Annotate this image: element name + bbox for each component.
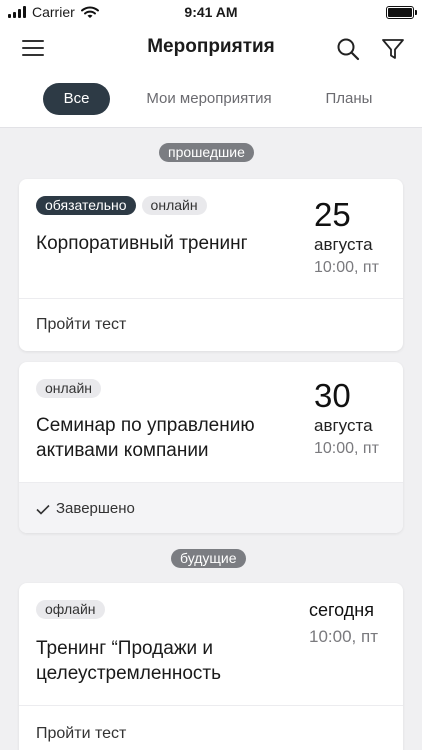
event-day: 25 bbox=[314, 196, 351, 233]
completed-status: Завершено bbox=[19, 482, 403, 533]
event-card[interactable]: онлайн Семинар по управлению активами ко… bbox=[19, 362, 403, 533]
take-test-button[interactable]: Пройти тест bbox=[19, 705, 403, 750]
event-title: Тренинг “Продажи и целеустремленность bbox=[36, 638, 222, 684]
completed-label: Завершено bbox=[56, 500, 135, 517]
badge-group: онлайн bbox=[36, 379, 102, 398]
event-time: 10:00, пт bbox=[314, 259, 379, 276]
badge-mandatory: обязательно bbox=[36, 196, 136, 215]
check-icon bbox=[36, 504, 50, 515]
badge-group: офлайн bbox=[36, 600, 105, 619]
section-label-past: прошедшие bbox=[159, 143, 254, 162]
nav-bar: Мероприятия bbox=[0, 24, 422, 74]
event-title: Корпоративный тренинг bbox=[36, 233, 248, 254]
event-day: сегодня bbox=[309, 600, 374, 620]
status-time: 9:41 AM bbox=[184, 4, 238, 20]
status-bar: Carrier 9:41 AM bbox=[0, 0, 422, 24]
filter-icon[interactable] bbox=[380, 36, 406, 62]
tabs-bar: Все Мои мероприятия Планы bbox=[0, 74, 422, 128]
search-icon[interactable] bbox=[335, 36, 361, 62]
event-day: 30 bbox=[314, 377, 351, 414]
tab-my-events[interactable]: Мои мероприятия bbox=[137, 83, 281, 115]
event-date: 25 августа 10:00, пт bbox=[314, 197, 379, 277]
battery-icon bbox=[386, 6, 417, 19]
badge-offline: офлайн bbox=[36, 600, 105, 619]
badge-online: онлайн bbox=[141, 196, 207, 215]
tab-all[interactable]: Все bbox=[43, 83, 110, 115]
event-card[interactable]: обязательно онлайн Корпоративный тренинг… bbox=[19, 179, 403, 351]
event-time: 10:00, пт bbox=[309, 627, 378, 646]
section-label-future: будущие bbox=[171, 549, 246, 568]
event-date: 30 августа 10:00, пт bbox=[314, 378, 379, 458]
event-time: 10:00, пт bbox=[314, 440, 379, 457]
event-card[interactable]: офлайн Тренинг “Продажи и целеустремленн… bbox=[19, 583, 403, 750]
event-title: Семинар по управлению активами компании bbox=[36, 415, 255, 461]
event-date: сегодня 10:00, пт bbox=[309, 600, 378, 647]
event-month: августа bbox=[314, 416, 373, 435]
badge-online: онлайн bbox=[36, 379, 102, 398]
tab-plans[interactable]: Планы bbox=[314, 83, 384, 115]
event-month: августа bbox=[314, 235, 373, 254]
take-test-button[interactable]: Пройти тест bbox=[19, 298, 403, 351]
badge-group: обязательно онлайн bbox=[36, 196, 207, 215]
